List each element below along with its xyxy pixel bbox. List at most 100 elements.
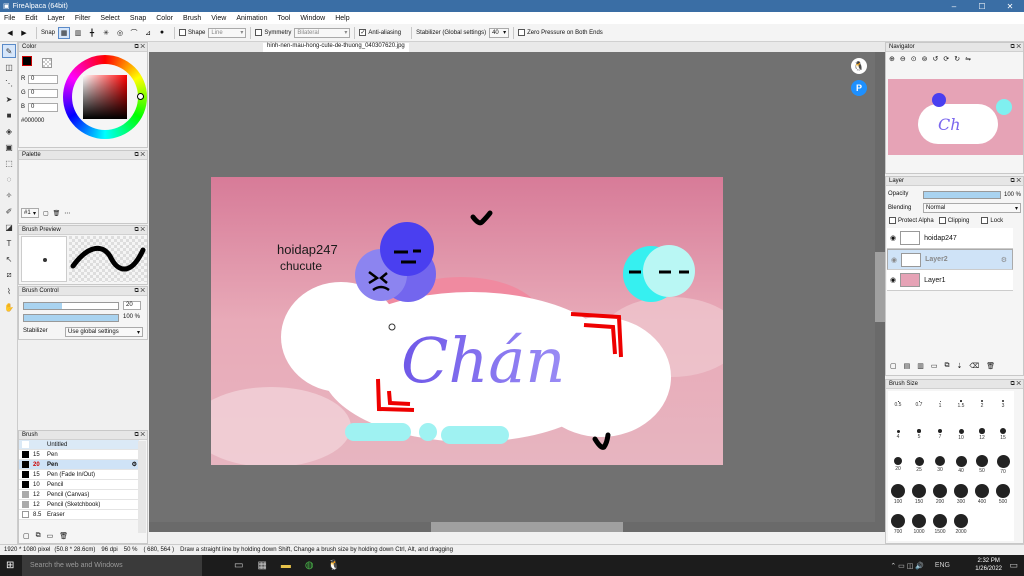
menu-help[interactable]: Help <box>335 15 349 22</box>
menu-select[interactable]: Select <box>100 15 119 22</box>
snap-radial-icon[interactable]: ✳ <box>100 27 112 39</box>
menu-snap[interactable]: Snap <box>130 15 146 22</box>
select-tool-icon[interactable]: ⬚ <box>2 156 16 170</box>
add-brush-icon[interactable]: ▢ <box>23 532 30 540</box>
brush-size-option[interactable]: 1500 <box>930 513 950 535</box>
bucket-tool-icon[interactable]: ◈ <box>2 124 16 138</box>
brush-size-option[interactable]: 2000 <box>951 513 971 535</box>
windows-start-icon[interactable]: ⊞ <box>6 560 14 571</box>
panel-close-icon[interactable]: ⧉ ✕ <box>1010 44 1023 51</box>
brush-settings-icon[interactable]: ⚙ <box>132 461 137 468</box>
dot-tool-icon[interactable]: ⋱ <box>2 76 16 90</box>
maximize-button[interactable]: ☐ <box>968 0 996 12</box>
snap-grid-icon[interactable]: ▦ <box>58 26 71 39</box>
tray-icons[interactable]: ⌃ ▭ ◫ 🔊 <box>890 562 924 570</box>
chrome-icon[interactable]: ◍ <box>305 560 314 571</box>
menu-file[interactable]: File <box>4 15 15 22</box>
brush-item[interactable]: 12 Pencil (Canvas) <box>19 490 139 500</box>
brush-size-option[interactable]: 300 <box>951 483 971 505</box>
file-explorer-icon[interactable]: ▬ <box>281 560 291 571</box>
snap-perspective-icon[interactable]: ⊿ <box>142 27 154 39</box>
brush-size-option[interactable]: 50 <box>972 453 992 474</box>
brush-size-option[interactable]: 15 <box>993 423 1013 441</box>
minimize-button[interactable]: – <box>940 0 968 12</box>
palette-menu-icon[interactable]: ⋯ <box>64 210 70 217</box>
delete-layer-icon[interactable]: 🗑 <box>986 362 995 370</box>
antialias-checkbox[interactable] <box>359 29 367 36</box>
add-1bit-layer-icon[interactable]: ▥ <box>917 362 924 370</box>
merge-down-icon[interactable]: ⇣ <box>957 362 963 370</box>
navigator-thumbnail[interactable]: Ch <box>888 79 1023 155</box>
stabilizer-select[interactable]: 40 ▾ <box>489 27 510 38</box>
rotate-left-icon[interactable]: ↺ <box>933 55 939 63</box>
divide-tool-icon[interactable]: ⧄ <box>2 268 16 282</box>
pixiv-icon[interactable]: P <box>851 80 867 96</box>
color-wheel[interactable] <box>63 55 147 139</box>
brush-size-slider[interactable] <box>23 302 119 310</box>
brush-opacity-slider[interactable] <box>23 314 119 322</box>
snap-cross-icon[interactable]: ╋ <box>86 27 98 39</box>
clipping-checkbox[interactable] <box>938 217 946 224</box>
brush-size-option[interactable]: 150 <box>909 483 929 505</box>
menu-color[interactable]: Color <box>156 15 173 22</box>
horizontal-scrollbar[interactable] <box>149 522 885 532</box>
panel-close-icon[interactable]: ⧉ ✕ <box>134 432 147 439</box>
brush-size-option[interactable]: 12 <box>972 423 992 441</box>
saturation-square[interactable] <box>83 75 127 119</box>
zoom-out-icon[interactable]: ⊖ <box>900 55 906 63</box>
b-input[interactable]: 0 <box>28 103 58 112</box>
brush-size-option[interactable]: 20 <box>888 453 908 472</box>
protect-alpha-checkbox[interactable] <box>889 217 896 224</box>
rotate-reset-icon[interactable]: ⟳ <box>943 55 949 63</box>
visibility-icon[interactable]: ◉ <box>891 256 897 264</box>
menu-layer[interactable]: Layer <box>47 15 65 22</box>
text-tool-icon[interactable]: T <box>2 236 16 250</box>
lasso-tool-icon[interactable]: ◌ <box>2 172 16 186</box>
operation-tool-icon[interactable]: ↖ <box>2 252 16 266</box>
layer-settings-icon[interactable]: ⚙ <box>1001 256 1007 264</box>
language-indicator[interactable]: ENG <box>935 562 950 569</box>
panel-close-icon[interactable]: ⧉ ✕ <box>134 44 147 51</box>
brush-item[interactable]: 15 Pen (Fade In/Out) <box>19 470 139 480</box>
brush-size-option[interactable]: 100 <box>888 483 908 505</box>
snap-settings-icon[interactable]: ● <box>156 27 168 39</box>
notification-icon[interactable]: ▭ <box>1009 560 1018 571</box>
brush-size-option[interactable]: 1 <box>930 393 950 409</box>
snap-circle-icon[interactable]: ◎ <box>114 27 126 39</box>
zoom-fit-icon[interactable]: ⊙ <box>911 55 917 63</box>
add-folder-icon[interactable]: ▭ <box>931 362 938 370</box>
brush-size-option[interactable]: 5 <box>909 423 929 440</box>
hue-handle[interactable] <box>137 93 144 100</box>
menu-brush[interactable]: Brush <box>183 15 201 22</box>
layer-row[interactable]: ◉ Layer1 <box>887 270 1013 291</box>
next-frame-icon[interactable]: ▶ <box>18 27 30 39</box>
task-view-icon[interactable]: ▭ <box>234 560 243 571</box>
panel-close-icon[interactable]: ⧉ ✕ <box>1010 178 1023 185</box>
flip-icon[interactable]: ⇋ <box>965 55 971 63</box>
brush-item[interactable]: 10 Pencil <box>19 480 139 490</box>
duplicate-layer-icon[interactable]: ⧉ <box>945 362 950 370</box>
brush-size-option[interactable]: 7 <box>930 423 950 440</box>
select-eraser-icon[interactable]: ◪ <box>2 220 16 234</box>
brush-size-option[interactable]: 30 <box>930 453 950 473</box>
brush-size-option[interactable]: 4 <box>888 423 908 440</box>
lock-checkbox[interactable] <box>981 217 989 224</box>
brush-size-option[interactable]: 700 <box>888 513 908 535</box>
symmetry-checkbox[interactable] <box>255 29 263 36</box>
folder-brush-icon[interactable]: ▭ <box>47 532 54 540</box>
magic-wand-icon[interactable]: ✧ <box>2 188 16 202</box>
add-8bit-layer-icon[interactable]: ▤ <box>904 362 911 370</box>
brush-stabilizer-select[interactable]: Use global settings ▾ <box>65 327 143 337</box>
firealpaca-taskbar-icon[interactable]: 🐧 <box>328 560 340 571</box>
document-tab[interactable]: hinh-nen-mau-hong-cute-de-thuong_0403076… <box>263 43 409 52</box>
brush-size-option[interactable]: 500 <box>993 483 1013 505</box>
panel-close-icon[interactable]: ⧉ ✕ <box>134 152 147 159</box>
prev-frame-icon[interactable]: ◀ <box>4 27 16 39</box>
brush-size-option[interactable]: 3 <box>993 393 1013 409</box>
store-icon[interactable]: ▦ <box>257 560 266 571</box>
select-pen-icon[interactable]: ✐ <box>2 204 16 218</box>
brush-size-option[interactable]: 200 <box>930 483 950 505</box>
blending-select[interactable]: Normal ▾ <box>923 203 1021 213</box>
brush-size-option[interactable]: 40 <box>951 453 971 474</box>
snap-parallel-icon[interactable]: ▥ <box>72 27 84 39</box>
